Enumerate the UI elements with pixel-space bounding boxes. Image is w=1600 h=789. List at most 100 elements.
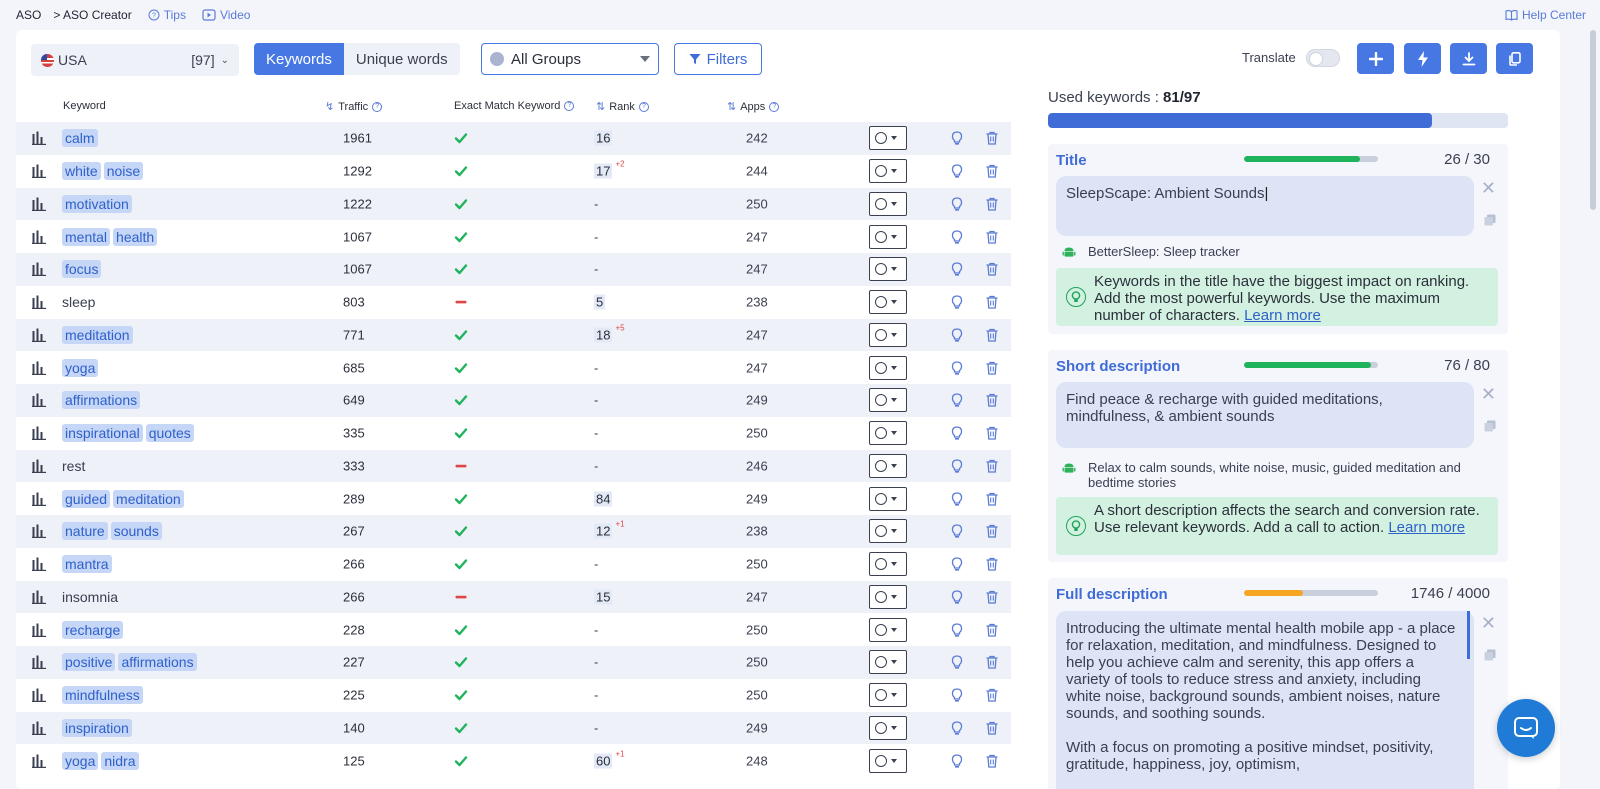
keyword-chip[interactable]: positive <box>62 653 116 672</box>
keyword-status-select[interactable] <box>869 683 907 708</box>
table-row[interactable]: rest 333 - 246 <box>16 449 1011 483</box>
keyword-chip[interactable]: meditation <box>62 325 133 344</box>
breadcrumb-root[interactable]: ASO <box>16 8 41 22</box>
keyword-status-select[interactable] <box>869 519 907 544</box>
table-row[interactable]: recharge 228 - 250 <box>16 613 1011 646</box>
trash-icon[interactable] <box>985 524 999 539</box>
table-row[interactable]: sleep 803 5 238 <box>16 285 1011 319</box>
keyword-status-select[interactable] <box>869 552 907 577</box>
table-row[interactable]: yoga nidra 125 60 +1 248 <box>16 744 1011 777</box>
lightbulb-icon[interactable] <box>950 164 964 178</box>
keyword-chip[interactable]: recharge <box>62 620 124 639</box>
keyword-status-select[interactable] <box>869 617 907 642</box>
keyword-status-select[interactable] <box>869 126 907 151</box>
table-row[interactable]: white noise 1292 17 +2 244 <box>16 154 1011 188</box>
add-button[interactable] <box>1357 43 1394 74</box>
bar-chart-icon[interactable] <box>32 557 46 572</box>
table-row[interactable]: insomnia 266 15 247 <box>16 580 1011 614</box>
download-button[interactable] <box>1450 43 1487 74</box>
help-center-link[interactable]: Help Center <box>1505 8 1586 22</box>
bar-chart-icon[interactable] <box>32 230 46 244</box>
keyword-status-select[interactable] <box>869 257 907 282</box>
keyword-status-select[interactable] <box>869 388 907 413</box>
video-link[interactable]: Video <box>202 8 250 22</box>
bar-chart-icon[interactable] <box>32 754 46 768</box>
table-row[interactable]: inspiration 140 - 249 <box>16 711 1011 745</box>
copy-icon[interactable] <box>1484 649 1496 661</box>
keyword-chip[interactable]: mindfulness <box>62 686 143 705</box>
header-keyword[interactable]: Keyword <box>63 100 106 112</box>
trash-icon[interactable] <box>985 623 999 637</box>
copy-icon[interactable] <box>1484 214 1496 226</box>
bar-chart-icon[interactable] <box>32 361 46 375</box>
bar-chart-icon[interactable] <box>32 688 46 703</box>
keyword-status-select[interactable] <box>869 159 907 184</box>
table-row[interactable]: positive affirmations 227 - 250 <box>16 646 1011 679</box>
lightbulb-icon[interactable] <box>950 262 964 276</box>
header-traffic[interactable]: ↯ Traffic ? <box>325 100 383 113</box>
lightbulb-icon[interactable] <box>950 590 964 604</box>
lightbulb-icon[interactable] <box>950 721 964 735</box>
translate-toggle[interactable] <box>1306 49 1340 67</box>
tips-link[interactable]: ? Tips <box>148 8 186 22</box>
quick-action-button[interactable] <box>1404 43 1441 74</box>
trash-icon[interactable] <box>985 426 999 440</box>
trash-icon[interactable] <box>985 230 999 244</box>
keyword-status-select[interactable] <box>869 650 907 675</box>
lightbulb-icon[interactable] <box>950 753 964 768</box>
table-row[interactable]: mental health 1067 - 247 <box>16 220 1011 253</box>
title-learn-more-link[interactable]: Learn more <box>1244 307 1321 324</box>
trash-icon[interactable] <box>985 655 999 670</box>
trash-icon[interactable] <box>985 557 999 571</box>
country-select[interactable]: USA [97] ⌄ <box>31 44 239 76</box>
bar-chart-icon[interactable] <box>32 492 46 506</box>
header-exact-match[interactable]: Exact Match Keyword ? <box>454 100 575 112</box>
lightbulb-icon[interactable] <box>950 557 964 571</box>
keyword-chip[interactable]: motivation <box>62 194 132 213</box>
trash-icon[interactable] <box>985 328 999 342</box>
keyword-chip[interactable]: nature <box>62 522 108 541</box>
keyword-chip[interactable]: white <box>62 162 101 181</box>
title-input[interactable]: SleepScape: Ambient Sounds| <box>1056 176 1474 236</box>
trash-icon[interactable] <box>985 197 999 211</box>
header-rank[interactable]: ⇅ Rank ? <box>596 100 649 113</box>
header-apps[interactable]: ⇅ Apps ? <box>727 100 780 113</box>
close-icon[interactable]: ✕ <box>1481 384 1496 405</box>
lightbulb-icon[interactable] <box>950 524 964 538</box>
trash-icon[interactable] <box>985 590 999 604</box>
keyword-chip[interactable]: sounds <box>110 522 162 541</box>
trash-icon[interactable] <box>985 164 999 178</box>
keyword-chip[interactable]: affirmations <box>118 653 197 672</box>
keyword-status-select[interactable] <box>869 290 907 315</box>
close-icon[interactable]: ✕ <box>1481 178 1496 199</box>
full-description-input[interactable]: Introducing the ultimate mental health m… <box>1056 611 1474 789</box>
table-row[interactable]: calm 1961 16 242 <box>16 122 1011 155</box>
keyword-status-select[interactable] <box>869 355 907 380</box>
copy-button[interactable] <box>1496 43 1533 74</box>
table-row[interactable]: focus 1067 - 247 <box>16 253 1011 286</box>
filters-button[interactable]: Filters <box>674 43 762 75</box>
bar-chart-icon[interactable] <box>32 295 46 310</box>
table-row[interactable]: nature sounds 267 12 +1 238 <box>16 515 1011 548</box>
bar-chart-icon[interactable] <box>32 721 46 735</box>
keyword-chip[interactable]: yoga <box>62 751 99 770</box>
bar-chart-icon[interactable] <box>32 426 46 441</box>
trash-icon[interactable] <box>985 131 999 146</box>
keyword-chip[interactable]: focus <box>62 260 102 279</box>
bar-chart-icon[interactable] <box>32 459 46 473</box>
lightbulb-icon[interactable] <box>950 688 964 702</box>
bar-chart-icon[interactable] <box>32 328 46 342</box>
keyword-chip[interactable]: meditation <box>113 489 184 508</box>
lightbulb-icon[interactable] <box>950 491 964 506</box>
lightbulb-icon[interactable] <box>950 328 964 342</box>
chat-button[interactable] <box>1497 699 1555 757</box>
keyword-chip[interactable]: calm <box>62 129 98 148</box>
short-description-learn-more-link[interactable]: Learn more <box>1388 519 1465 536</box>
keyword-chip[interactable]: mantra <box>62 555 112 574</box>
table-row[interactable]: guided meditation 289 84 249 <box>16 482 1011 515</box>
keyword-status-select[interactable] <box>869 421 907 446</box>
copy-icon[interactable] <box>1484 420 1496 432</box>
close-icon[interactable]: ✕ <box>1481 613 1496 634</box>
bar-chart-icon[interactable] <box>32 524 46 539</box>
bar-chart-icon[interactable] <box>32 262 46 277</box>
